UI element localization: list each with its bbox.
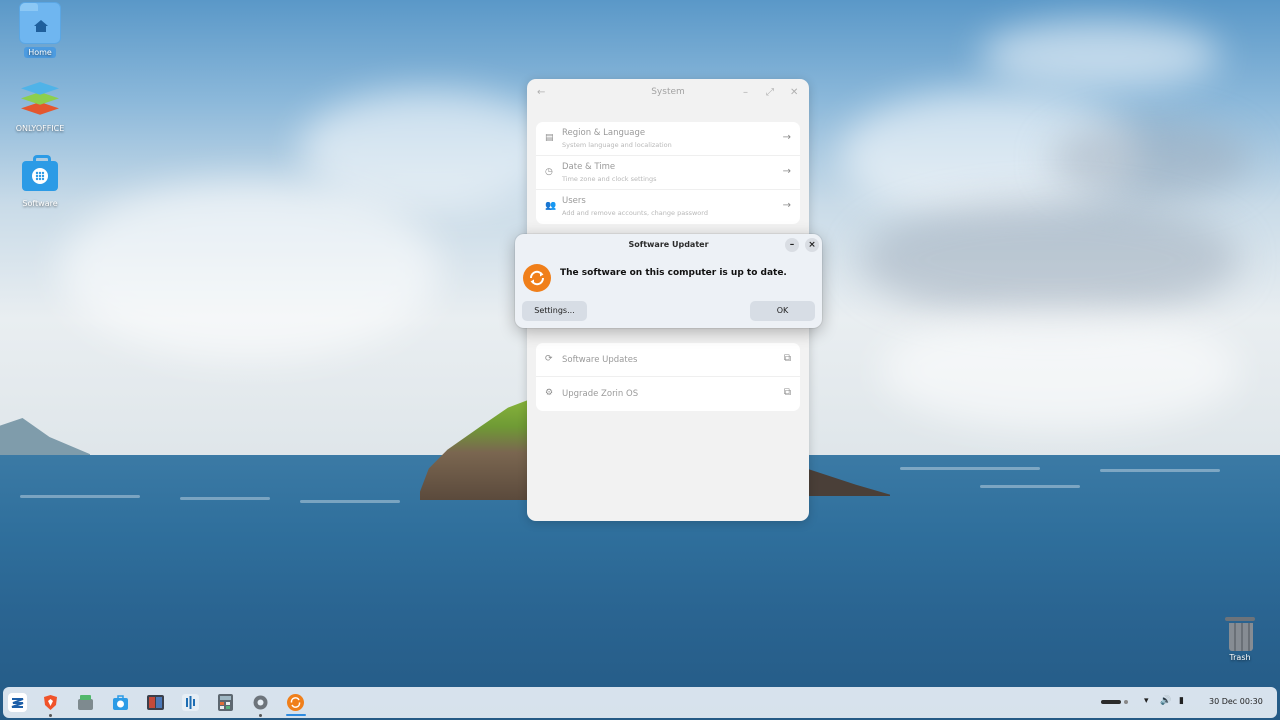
trash-icon	[1225, 617, 1255, 651]
desktop-icon-label: Home	[24, 47, 56, 58]
row-title: Region & Language	[562, 128, 646, 138]
software-updater-dialog: Software Updater – × The software on thi…	[515, 234, 822, 328]
software-store-icon	[22, 155, 58, 191]
close-button[interactable]: ×	[805, 238, 819, 252]
window-header: ← System – ⤢ ✕	[527, 79, 809, 107]
settings-row-region[interactable]: ▤ Region & Language System language and …	[536, 122, 800, 156]
maximize-icon[interactable]: ⤢	[766, 87, 774, 99]
arrow-right-icon: →	[782, 166, 791, 177]
row-subtitle: Time zone and clock settings	[562, 175, 657, 183]
calculator-icon[interactable]	[216, 693, 235, 712]
dialog-message: The software on this computer is up to d…	[560, 268, 787, 278]
region-icon: ▤	[545, 133, 554, 143]
desktop-icon-label: ONLYOFFICE	[15, 124, 65, 133]
row-title: Upgrade Zorin OS	[562, 389, 639, 399]
minimize-icon[interactable]: –	[743, 87, 748, 99]
software-updater-icon	[523, 264, 551, 292]
arrow-right-icon: →	[782, 132, 791, 143]
row-title: Software Updates	[562, 355, 638, 365]
desktop-icon-label: Trash	[1229, 653, 1251, 662]
files-icon[interactable]	[76, 693, 95, 712]
gear-icon: ⚙	[545, 388, 554, 398]
settings-row-software-updates[interactable]: ⟳ Software Updates ⧉	[536, 343, 800, 377]
software-store-icon[interactable]	[111, 693, 130, 712]
desktop-icon-label: Software	[22, 199, 58, 208]
settings-row-date-time[interactable]: ◷ Date & Time Time zone and clock settin…	[536, 156, 800, 190]
software-updater-taskbar-icon[interactable]	[286, 693, 305, 712]
row-subtitle: Add and remove accounts, change password	[562, 209, 708, 217]
minimize-button[interactable]: –	[785, 238, 799, 252]
battery-icon[interactable]: ▮	[1179, 696, 1184, 706]
terminal-app-icon[interactable]	[146, 693, 165, 712]
external-link-icon: ⧉	[783, 353, 791, 364]
desktop-icon-onlyoffice[interactable]: ONLYOFFICE	[5, 80, 75, 134]
refresh-icon: ⟳	[545, 354, 553, 364]
desktop-icon-home[interactable]: Home	[5, 2, 75, 58]
volume-icon[interactable]: 🔊	[1160, 696, 1171, 706]
active-window-indicator	[286, 714, 306, 716]
clock[interactable]: 30 Dec 00:30	[1209, 697, 1263, 706]
desktop-icon-software[interactable]: Software	[5, 155, 75, 209]
workspace-indicator[interactable]	[1101, 700, 1121, 704]
settings-list-top: ▤ Region & Language System language and …	[536, 122, 800, 224]
arrow-right-icon: →	[782, 200, 791, 211]
settings-button[interactable]: Settings...	[522, 301, 587, 321]
onlyoffice-icon	[19, 80, 61, 120]
row-subtitle: System language and localization	[562, 141, 672, 149]
workspace-dot[interactable]	[1124, 700, 1128, 704]
row-title: Date & Time	[562, 162, 616, 172]
settings-row-users[interactable]: 👥 Users Add and remove accounts, change …	[536, 190, 800, 224]
ok-button[interactable]: OK	[750, 301, 815, 321]
desktop-icon-trash[interactable]: Trash	[1205, 617, 1275, 663]
close-icon[interactable]: ✕	[790, 87, 798, 99]
settings-gear-icon[interactable]	[251, 693, 270, 712]
taskbar: ▾ 🔊 ▮ 30 Dec 00:30	[3, 687, 1277, 718]
row-title: Users	[562, 196, 586, 206]
users-icon: 👥	[545, 201, 557, 211]
settings-list-bottom: ⟳ Software Updates ⧉ ⚙ Upgrade Zorin OS …	[536, 343, 800, 411]
audio-app-icon[interactable]	[181, 693, 200, 712]
settings-row-upgrade-zorin[interactable]: ⚙ Upgrade Zorin OS ⧉	[536, 377, 800, 411]
clock-icon: ◷	[545, 167, 553, 177]
wifi-icon[interactable]: ▾	[1144, 696, 1149, 706]
zorin-menu-icon[interactable]	[8, 693, 27, 712]
external-link-icon: ⧉	[783, 387, 791, 398]
dialog-title: Software Updater	[628, 240, 709, 249]
brave-browser-icon[interactable]	[41, 693, 60, 712]
home-folder-icon	[19, 2, 61, 44]
